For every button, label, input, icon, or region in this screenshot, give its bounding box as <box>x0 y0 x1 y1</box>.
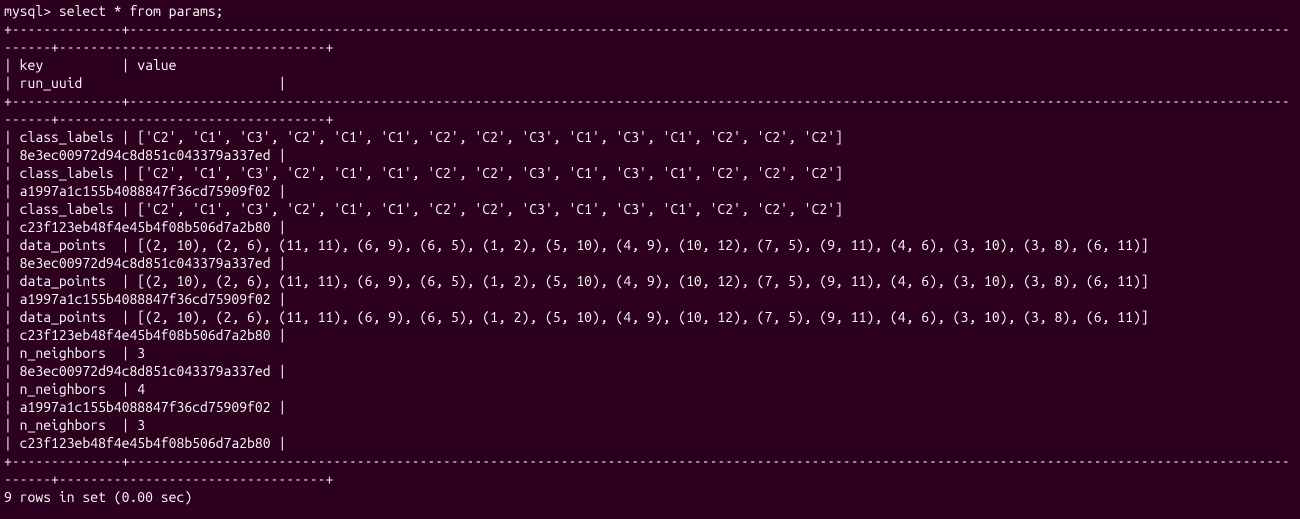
terminal-output[interactable]: mysql> select * from params; +----------… <box>0 0 1300 514</box>
